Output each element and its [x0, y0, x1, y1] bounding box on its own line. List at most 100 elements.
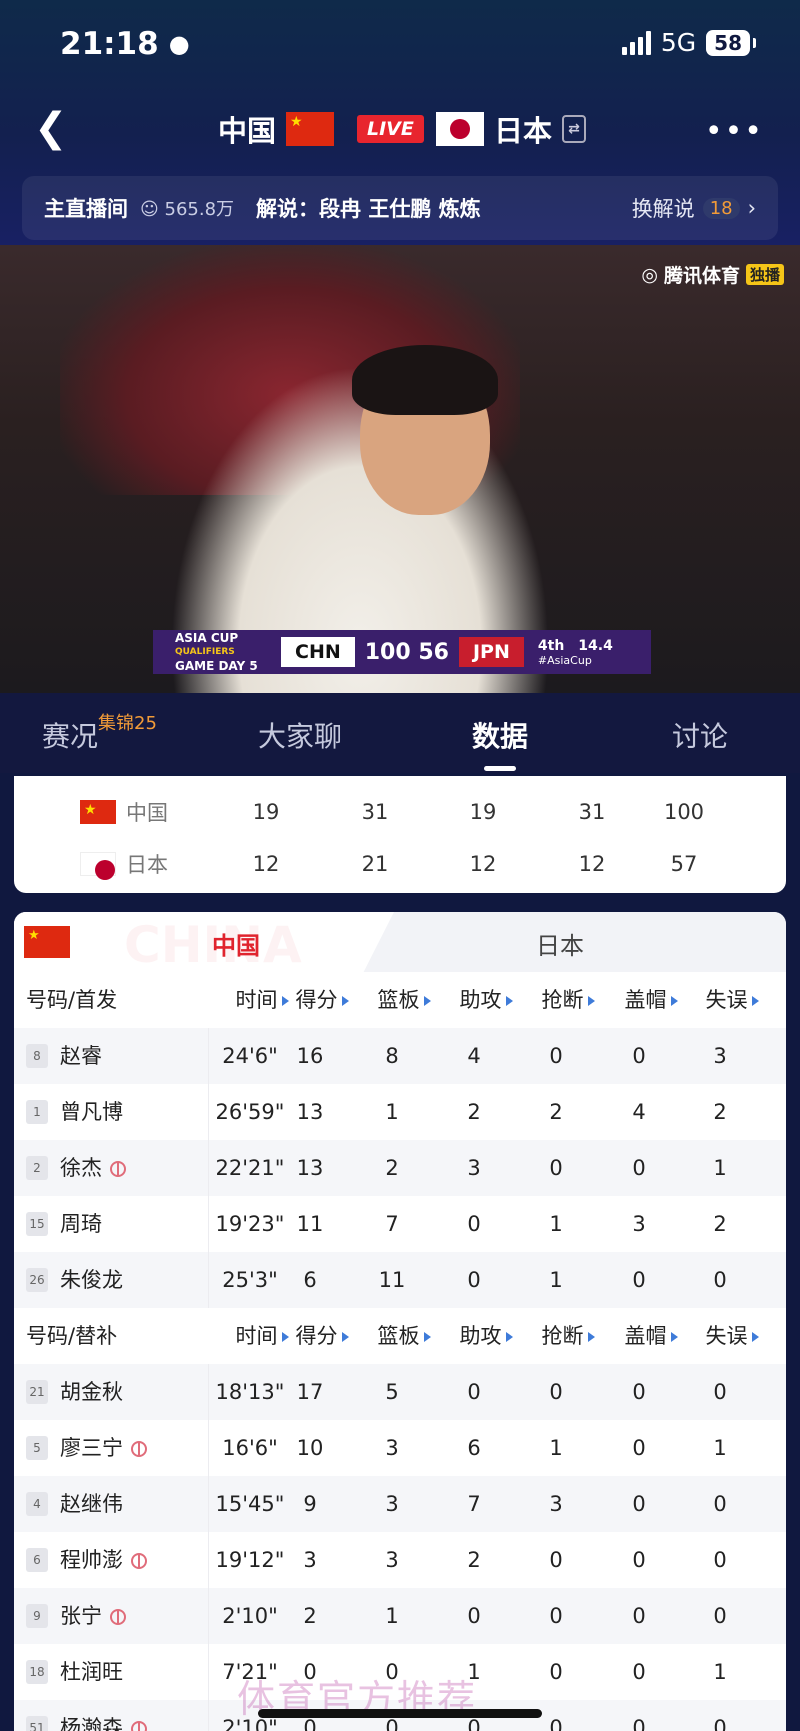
stat-cell: 0 — [549, 1044, 563, 1068]
stat-cell: 2 — [385, 1156, 399, 1180]
stat-cell: 11 — [378, 1268, 406, 1292]
quarter-score: 12 — [252, 852, 280, 876]
sort-arrow-icon — [423, 996, 431, 1006]
stat-cell: 1 — [549, 1212, 563, 1236]
sort-arrow-icon — [751, 996, 759, 1006]
player-row[interactable]: 5 廖三宁 16'6" 10 3 6 1 0 1 — [14, 1420, 786, 1476]
player-name: 程帅澎 — [60, 1532, 147, 1588]
switch-commentary-button[interactable]: 换解说 18 › — [632, 193, 756, 223]
tab-game-status[interactable]: 赛况 集锦25 — [42, 713, 157, 755]
column-header[interactable]: 得分 — [285, 1308, 359, 1364]
tab-data[interactable]: 数据 — [472, 715, 528, 771]
quarter-score: 19 — [252, 800, 280, 824]
broadcast-info-bar: 主直播间 ☺ 565.8万 解说：段冉 王仕鹏 炼炼 换解说 18 › — [22, 176, 778, 240]
stat-cell: 5 — [385, 1380, 399, 1404]
column-header[interactable]: 抢断 — [531, 972, 605, 1028]
broadcaster-watermark: ◎ 腾讯体育 独播 — [641, 261, 784, 288]
scorebug-period: 4th 14.4 #AsiaCup — [524, 638, 613, 667]
stat-cell: 1 — [385, 1604, 399, 1628]
jersey-number: 26 — [26, 1268, 48, 1292]
stat-cell: 13 — [296, 1100, 324, 1124]
basketball-icon — [131, 1553, 147, 1569]
scorebug-home-score: 100 — [364, 639, 411, 665]
column-header-label: 盖帽 — [624, 988, 667, 1012]
exclusive-badge: 独播 — [745, 264, 784, 285]
player-row[interactable]: 2 徐杰 22'21" 13 2 3 0 0 1 — [14, 1140, 786, 1196]
column-header[interactable]: 篮板 — [367, 1308, 441, 1364]
quarter-score: 19 — [469, 800, 497, 824]
stat-cell: 2 — [467, 1100, 481, 1124]
header-area: 21:18 ● 5G 58 ❮ 中国 LIVE 日本 ⇄ ••• 主直播间 ☺ … — [0, 0, 800, 245]
column-header[interactable]: 助攻 — [449, 1308, 523, 1364]
room-label[interactable]: 主直播间 — [44, 193, 128, 223]
viewers-text: 565.8万 — [164, 199, 235, 220]
sort-arrow-icon — [341, 996, 349, 1006]
tab-discussion[interactable]: 讨论 — [672, 715, 728, 755]
player-row[interactable]: 4 赵继伟 15'45" 9 3 7 3 0 0 — [14, 1476, 786, 1532]
player-name: 杨瀚森 — [60, 1700, 147, 1731]
player-row[interactable]: 6 程帅澎 19'12" 3 3 2 0 0 0 — [14, 1532, 786, 1588]
column-header[interactable]: 失误 — [695, 972, 769, 1028]
tab-discussion-label: 讨论 — [672, 720, 729, 753]
player-name: 周琦 — [60, 1196, 102, 1252]
video-player[interactable]: ◎ 腾讯体育 独播 ASIA CUP QUALIFIERS GAME DAY 5… — [0, 245, 800, 693]
stat-cell: 4 — [632, 1100, 646, 1124]
player-row[interactable]: 15 周琦 19'23" 11 7 0 1 3 2 — [14, 1196, 786, 1252]
stat-cell: 0 — [632, 1492, 646, 1516]
commentators-label: 解说：段冉 王仕鹏 炼炼 — [256, 197, 481, 221]
player-name-text: 曾凡博 — [60, 1100, 123, 1124]
swap-icon[interactable]: ⇄ — [562, 115, 587, 143]
jersey-number: 2 — [26, 1156, 48, 1180]
section-header-label: 号码/替补 — [26, 1324, 118, 1348]
column-header[interactable]: 失误 — [695, 1308, 769, 1364]
stat-cell: 0 — [467, 1268, 481, 1292]
player-name-text: 赵睿 — [60, 1044, 102, 1068]
stat-cell: 0 — [632, 1436, 646, 1460]
column-header[interactable]: 抢断 — [531, 1308, 605, 1364]
stat-cell: 7 — [385, 1212, 399, 1236]
back-icon[interactable]: ❮ — [34, 108, 68, 148]
people-icon: ☺ — [140, 199, 165, 220]
sort-arrow-icon — [423, 1332, 431, 1342]
match-nav: ❮ 中国 LIVE 日本 ⇄ ••• — [0, 100, 800, 160]
player-row[interactable]: 1 曾凡博 26'59" 13 1 2 2 4 2 — [14, 1084, 786, 1140]
stat-cell: 3 — [385, 1492, 399, 1516]
more-icon[interactable]: ••• — [705, 114, 764, 149]
column-header[interactable]: 得分 — [285, 972, 359, 1028]
stat-cell: 6 — [303, 1268, 317, 1292]
commentary-count-badge: 18 — [702, 197, 740, 219]
player-name: 廖三宁 — [60, 1420, 147, 1476]
team-tabs: CHINA 中国 日本 — [14, 912, 786, 972]
jersey-number: 5 — [26, 1436, 48, 1460]
stat-cell: 1 — [549, 1436, 563, 1460]
player-row[interactable]: 9 张宁 2'10" 2 1 0 0 0 0 — [14, 1588, 786, 1644]
basketball-icon — [131, 1441, 147, 1457]
team-tab-away[interactable]: 日本 — [536, 926, 584, 961]
live-badge: LIVE — [357, 115, 424, 143]
player-row[interactable]: 8 赵睿 24'6" 16 8 4 0 0 3 — [14, 1028, 786, 1084]
stat-cell: 0 — [549, 1156, 563, 1180]
broadcaster-name: 腾讯体育 — [663, 265, 740, 287]
player-name-text: 杨瀚森 — [60, 1716, 123, 1731]
jersey-number: 9 — [26, 1604, 48, 1628]
team-tab-home[interactable]: CHINA 中国 — [14, 912, 394, 972]
player-row[interactable]: 21 胡金秋 18'13" 17 5 0 0 0 0 — [14, 1364, 786, 1420]
signal-icon — [621, 30, 651, 55]
stat-cell: 1 — [713, 1436, 727, 1460]
scorebug-hashtag: #AsiaCup — [537, 653, 592, 667]
column-header[interactable]: 篮板 — [367, 972, 441, 1028]
column-header[interactable]: 盖帽 — [614, 1308, 688, 1364]
total-score: 100 — [663, 800, 705, 824]
tab-chat[interactable]: 大家聊 — [258, 715, 342, 755]
column-header[interactable]: 助攻 — [449, 972, 523, 1028]
battery-icon: 58 — [706, 29, 756, 56]
event-sub: QUALIFIERS — [175, 647, 235, 657]
scorebug-home: CHN — [281, 637, 355, 667]
player-name-text: 张宁 — [60, 1604, 102, 1628]
stat-cell: 0 — [632, 1716, 646, 1731]
home-indicator[interactable] — [258, 1709, 542, 1718]
player-row[interactable]: 26 朱俊龙 25'3" 6 11 0 1 0 0 — [14, 1252, 786, 1308]
stats-header-row: 号码/首发 时间 得分 篮板 助攻 抢断 盖帽 失误 — [14, 972, 786, 1028]
column-header[interactable]: 盖帽 — [614, 972, 688, 1028]
stat-cell: 3 — [385, 1436, 399, 1460]
